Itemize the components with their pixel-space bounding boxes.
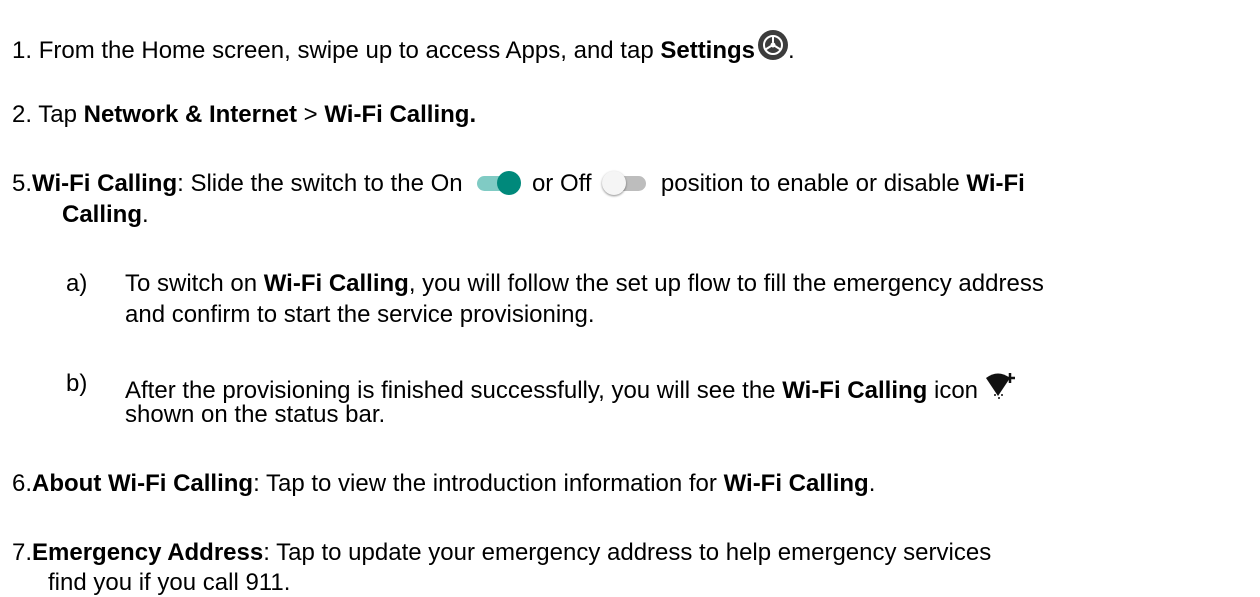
step-5-line-2: Calling. [62, 201, 149, 229]
step-2-number: 2. [12, 101, 33, 128]
sub-b-marker: b) [66, 370, 88, 397]
step-2-text: Tap [38, 101, 84, 128]
instructions-document: 1. From the Home screen, swipe up to acc… [0, 0, 1260, 596]
step-6-bold-label: About Wi-Fi Calling [32, 470, 254, 497]
step-6-number: 6. [12, 470, 33, 497]
sub-b-bold: Wi-Fi Calling [782, 377, 928, 404]
step-2-separator: > [297, 101, 325, 128]
step-7-bold-label: Emergency Address [32, 539, 264, 566]
step-5-text-1: : Slide the switch to the On [177, 170, 470, 197]
sub-a-text-after: , you will follow the set up flow to fil… [408, 270, 1044, 297]
toggle-on-icon [473, 171, 522, 195]
step-2: 2. Tap Network & Internet > Wi-Fi Callin… [12, 101, 476, 129]
step-1-text: From the Home screen, swipe up to access… [38, 37, 661, 64]
step-5-bold-label: Wi-Fi Calling [32, 170, 178, 197]
step-5-bold-end-2: Calling [62, 201, 143, 228]
sub-a-marker: a) [66, 270, 88, 297]
sub-b-line-2: shown on the status bar. [125, 401, 386, 428]
step-6: 6.About Wi-Fi Calling: Tap to view the i… [12, 470, 875, 498]
step-1-number: 1. [12, 37, 33, 64]
step-5-text-2: or Off [525, 170, 599, 197]
step-5-number: 5. [12, 170, 33, 197]
step-5-bold-end-1: Wi-Fi [966, 170, 1025, 197]
step-7-line-2: find you if you call 911. [48, 569, 291, 596]
step-5-text-3: position to enable or disable [654, 170, 967, 197]
step-6-period: . [868, 470, 876, 497]
sub-a-bold: Wi-Fi Calling [263, 270, 409, 297]
wifi-calling-icon [984, 370, 1018, 400]
step-5: 5.Wi-Fi Calling: Slide the switch to the… [12, 170, 1025, 198]
step-7-text: : Tap to update your emergency address t… [263, 539, 992, 566]
step-1-period: . [788, 37, 795, 64]
step-2-bold-wifi-calling: Wi-Fi Calling. [324, 101, 477, 128]
step-1: 1. From the Home screen, swipe up to acc… [12, 30, 795, 65]
settings-gear-icon [758, 30, 789, 60]
step-6-text: : Tap to view the introduction informati… [253, 470, 724, 497]
sub-b-line-1: After the provisioning is finished succe… [125, 370, 1018, 405]
step-7-number: 7. [12, 539, 33, 566]
sub-a-line-2: and confirm to start the service provisi… [125, 301, 595, 328]
sub-a-text-before: To switch on [125, 270, 264, 297]
step-1-bold-settings: Settings [660, 37, 756, 64]
step-6-bold-end: Wi-Fi Calling [723, 470, 869, 497]
sub-b-text-after: icon [927, 377, 979, 404]
sub-b-text-before: After the provisioning is finished succe… [125, 377, 783, 404]
step-2-bold-network: Network & Internet [83, 101, 297, 128]
step-7: 7.Emergency Address: Tap to update your … [12, 539, 991, 567]
step-5-period: . [142, 201, 149, 228]
toggle-off-icon [602, 171, 650, 195]
sub-a-line-1: To switch on Wi-Fi Calling, you will fol… [125, 270, 1044, 298]
